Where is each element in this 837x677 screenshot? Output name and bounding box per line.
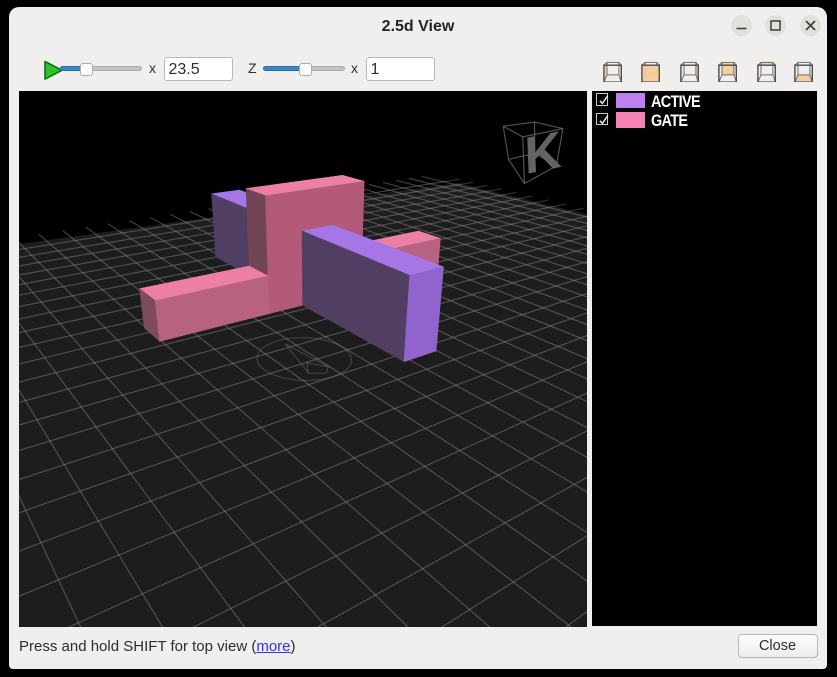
- svg-text:K: K: [523, 121, 562, 187]
